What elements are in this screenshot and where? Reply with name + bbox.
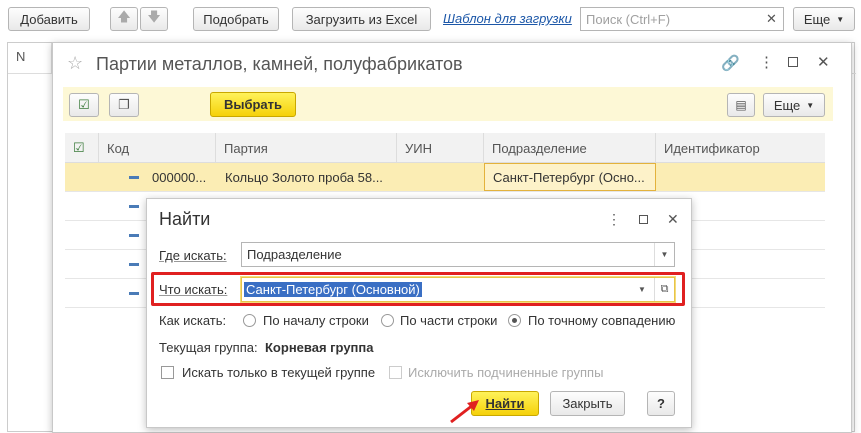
more-button[interactable]: Еще ▼ <box>793 7 855 31</box>
chevron-down-icon: ▼ <box>836 14 845 24</box>
menu-dots-icon[interactable]: ⋮ <box>607 211 621 228</box>
background-table-header: N <box>8 43 52 73</box>
load-excel-button[interactable]: Загрузить из Excel <box>292 7 431 31</box>
only-current-group-checkbox[interactable] <box>161 366 174 379</box>
find-dialog: Найти ⋮ ✕ Где искать: Подразделение ▼ Чт… <box>146 198 692 428</box>
exclude-subgroups-label: Исключить подчиненные группы <box>408 365 604 380</box>
chevron-down-icon: ▼ <box>806 100 815 110</box>
inner-toolbar <box>63 87 833 121</box>
table-row[interactable]: 000000... Кольцо Золото проба 58... Санк… <box>65 163 825 192</box>
current-group-value: Корневая группа <box>265 340 374 355</box>
check-all-button[interactable]: ☑ <box>69 93 99 117</box>
what-value: Санкт-Петербург (Основной) <box>244 282 422 297</box>
table-header: ☑ Код Партия УИН Подразделение Идентифик… <box>65 133 825 163</box>
maximize-icon[interactable] <box>639 215 648 224</box>
radio-start-of-line[interactable] <box>243 314 256 327</box>
arrow-down-icon: 🡇 <box>147 9 161 24</box>
what-input[interactable]: Санкт-Петербург (Основной) ▼ ⧉ <box>241 277 675 302</box>
what-label: Что искать: <box>159 282 228 297</box>
search-input[interactable]: Поиск (Ctrl+F) <box>580 7 784 31</box>
search-placeholder: Поиск (Ctrl+F) <box>586 11 671 27</box>
where-select[interactable]: Подразделение ▼ <box>241 242 675 267</box>
find-dialog-title: Найти <box>159 209 211 229</box>
column-check-header[interactable]: ☑ <box>65 133 99 163</box>
pointer-arrow-icon <box>450 400 479 424</box>
list-settings-icon: ▤ <box>735 98 747 112</box>
check-column-icon: ☑ <box>73 140 85 155</box>
window-more-button[interactable]: Еще ▼ <box>763 93 825 117</box>
select-items-button[interactable]: Подобрать <box>193 7 279 31</box>
column-party-header[interactable]: Партия <box>216 133 397 163</box>
open-icon[interactable]: ⧉ <box>654 278 674 301</box>
dropdown-icon[interactable]: ▼ <box>654 243 674 266</box>
window-title: Партии металлов, камней, полуфабрикатов <box>96 54 463 74</box>
settings-button[interactable]: ▤ <box>727 93 755 117</box>
move-down-button[interactable]: 🡇 <box>140 7 168 31</box>
choose-button[interactable]: Выбрать <box>210 92 296 117</box>
template-link[interactable]: Шаблон для загрузки <box>443 11 572 26</box>
arrow-up-icon: 🡅 <box>117 9 131 24</box>
column-identifier-header[interactable]: Идентификатор <box>656 133 825 163</box>
cell-party: Кольцо Золото проба 58... <box>225 169 383 185</box>
radio-exact-match[interactable] <box>508 314 521 327</box>
item-marker-icon <box>129 292 139 295</box>
menu-dots-icon[interactable]: ⋮ <box>759 53 774 71</box>
check-all-icon: ☑ <box>78 97 90 112</box>
radio-part-of-line[interactable] <box>381 314 394 327</box>
exclude-subgroups-checkbox <box>389 366 402 379</box>
window-more-label: Еще <box>773 97 801 113</box>
close-icon[interactable]: ✕ <box>667 211 679 228</box>
add-button[interactable]: Добавить <box>8 7 90 31</box>
copy-button[interactable]: ❐ <box>109 93 139 117</box>
where-label: Где искать: <box>159 248 227 263</box>
copy-icon: ❐ <box>118 97 130 112</box>
cell-division: Санкт-Петербург (Осно... <box>484 163 656 191</box>
where-value: Подразделение <box>247 247 342 262</box>
how-option-exact[interactable]: По точному совпадению <box>528 313 675 328</box>
link-icon[interactable]: 🔗 <box>721 54 740 72</box>
maximize-icon[interactable] <box>788 57 798 67</box>
how-option-start[interactable]: По началу строки <box>263 313 369 328</box>
column-uin-header[interactable]: УИН <box>397 133 484 163</box>
current-group-label: Текущая группа: <box>159 340 258 355</box>
item-marker-icon <box>129 263 139 266</box>
how-label: Как искать: <box>159 313 227 328</box>
favorite-star-icon[interactable]: ☆ <box>67 53 83 74</box>
column-code-header[interactable]: Код <box>99 133 216 163</box>
how-option-part[interactable]: По части строки <box>400 313 497 328</box>
item-marker-icon <box>129 176 139 179</box>
dropdown-icon[interactable]: ▼ <box>632 278 652 301</box>
close-icon[interactable]: ✕ <box>817 53 830 71</box>
clear-search-icon[interactable]: ✕ <box>766 11 777 27</box>
close-button[interactable]: Закрыть <box>550 391 625 416</box>
column-division-header[interactable]: Подразделение <box>484 133 656 163</box>
more-label: Еще <box>803 11 831 27</box>
column-n-header: N <box>16 49 26 64</box>
cell-code: 000000... <box>152 169 207 185</box>
only-current-group-label[interactable]: Искать только в текущей группе <box>182 365 375 380</box>
help-button[interactable]: ? <box>647 391 675 416</box>
item-marker-icon <box>129 234 139 237</box>
move-up-button[interactable]: 🡅 <box>110 7 138 31</box>
item-marker-icon <box>129 205 139 208</box>
